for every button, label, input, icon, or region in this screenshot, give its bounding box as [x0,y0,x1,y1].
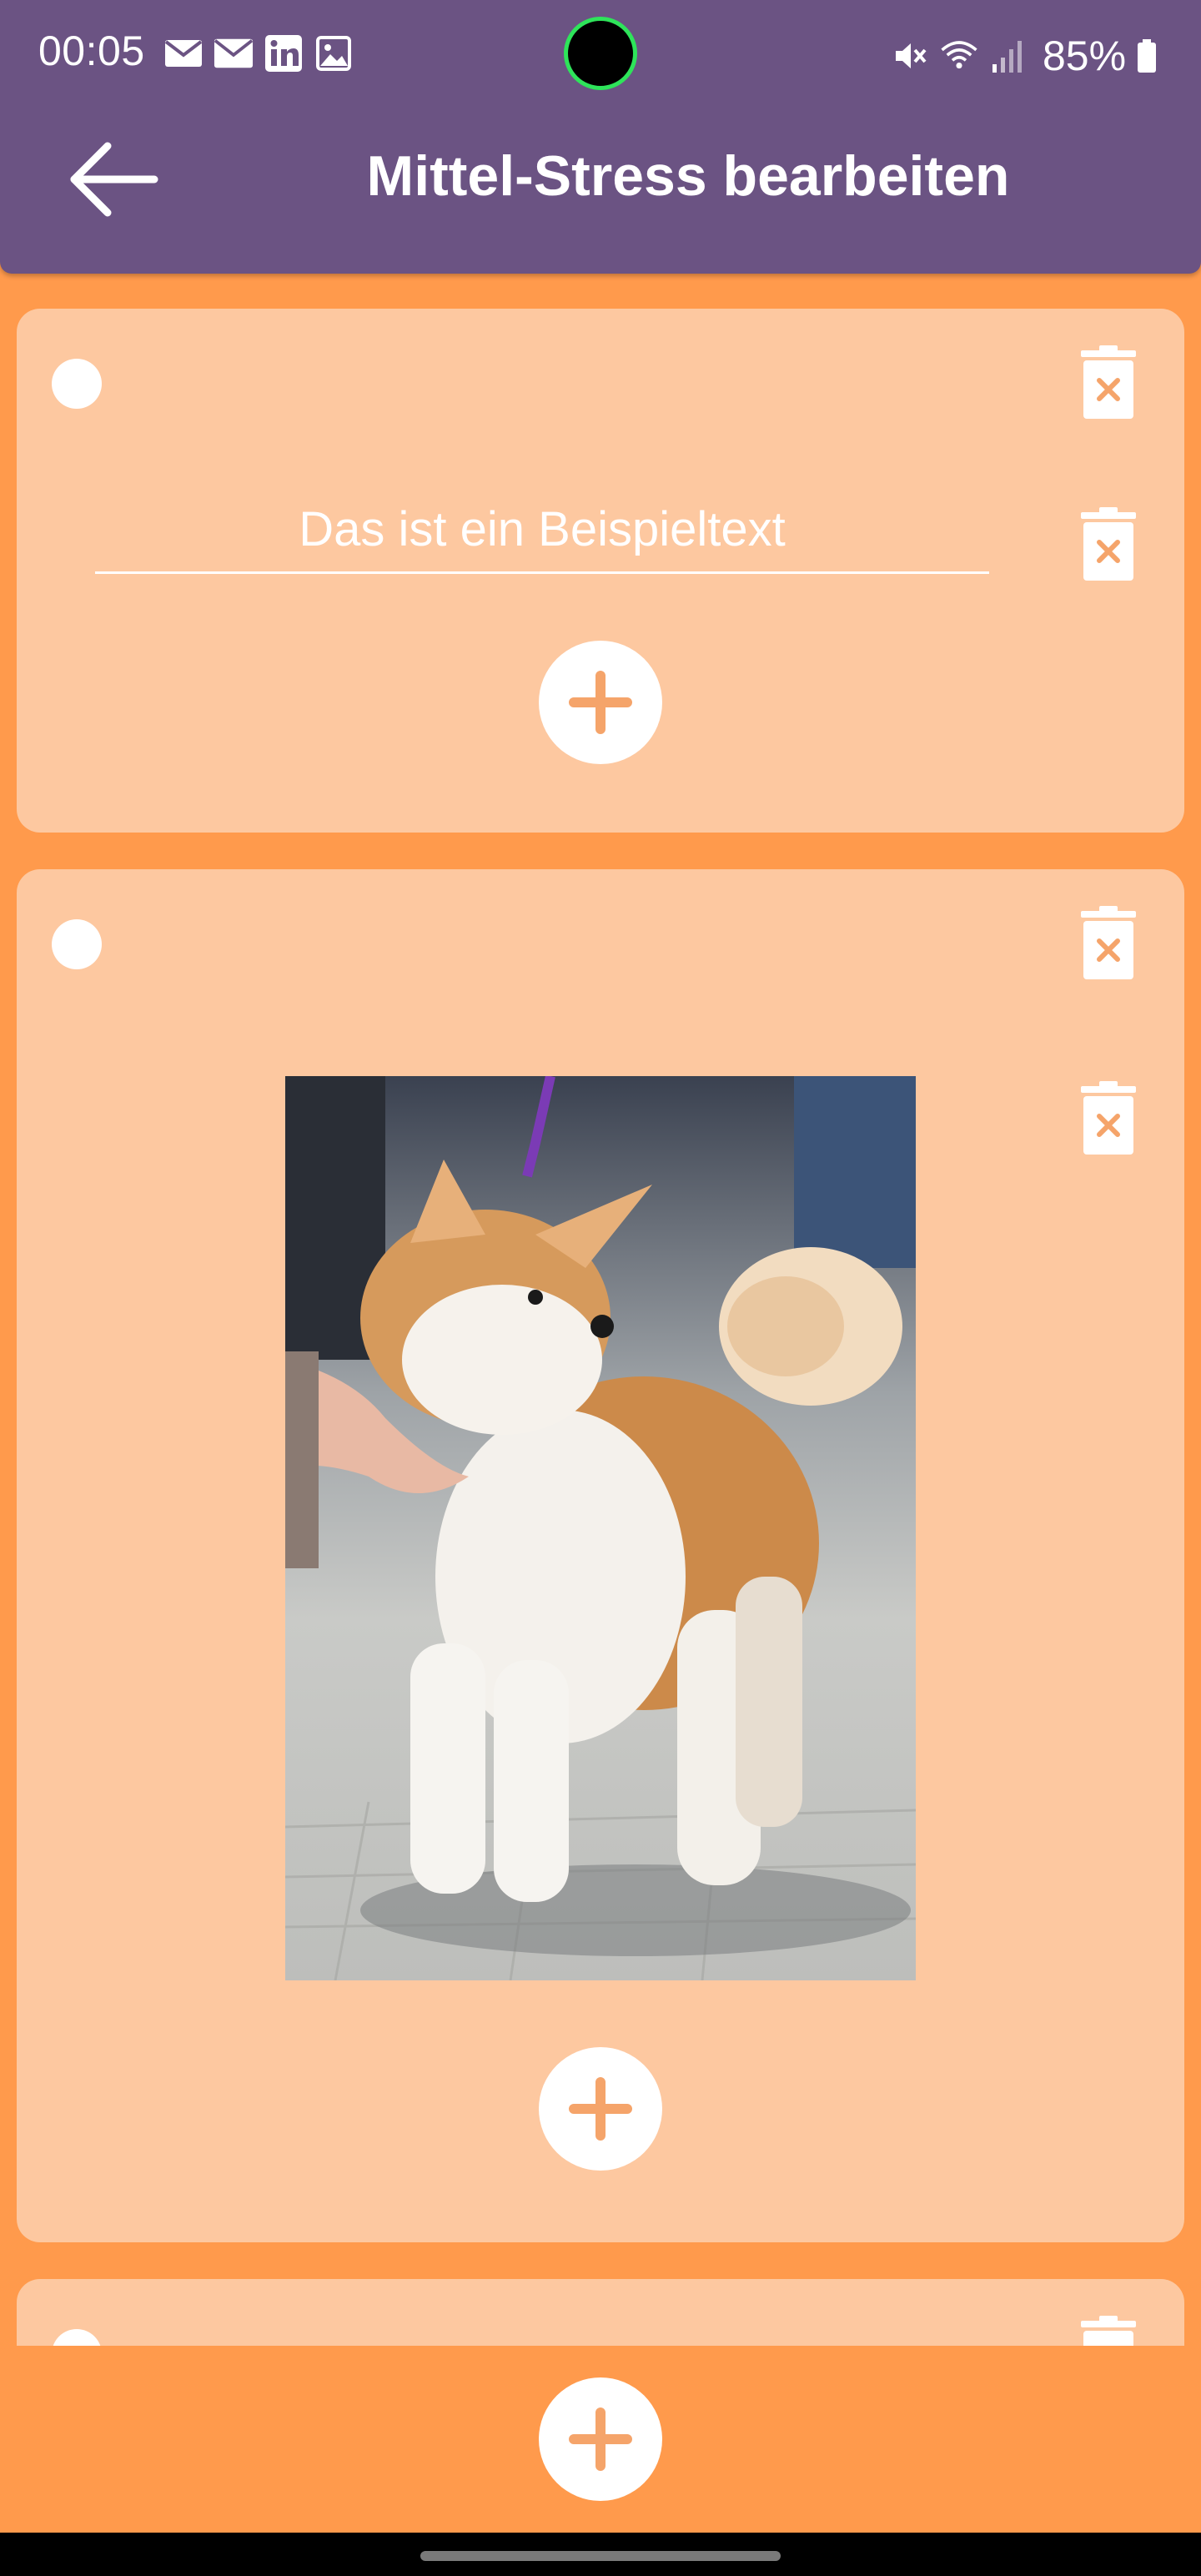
battery-icon [1134,36,1159,76]
linkedin-icon [264,33,304,73]
trash-icon [1081,507,1136,581]
plus-icon [569,2077,632,2141]
select-radio[interactable] [52,2329,102,2346]
text-input[interactable]: Das ist ein Beispieltext [95,492,989,574]
partial-card [17,2279,1184,2346]
bottom-action-bar [0,2346,1201,2533]
trash-icon [1081,1081,1136,1155]
system-status-icons: 85% [891,32,1159,80]
delete-card-button[interactable] [1081,2316,1136,2346]
dog-photo [285,1076,916,1980]
plus-icon [569,671,632,734]
wifi-icon [939,36,979,76]
plus-icon [569,2407,632,2471]
content-list[interactable]: Das ist ein Beispieltext [0,274,1201,2346]
text-card: Das ist ein Beispieltext [17,309,1184,833]
delete-image-button[interactable] [1081,1081,1136,1155]
mute-icon [891,36,931,76]
select-radio[interactable] [52,359,102,409]
add-item-button[interactable] [539,641,662,764]
notification-icons [163,33,354,73]
mail-icon [163,33,204,73]
trash-icon [1081,2316,1136,2346]
arrow-left-icon [70,142,158,217]
image-card [17,869,1184,2242]
select-radio[interactable] [52,919,102,969]
top-app-bar: 00:05 85% Mittel-Stress bearbeiten [0,0,1201,274]
text-input-value: Das ist ein Beispieltext [299,502,786,556]
image-icon [314,33,354,73]
delete-card-button[interactable] [1081,906,1136,979]
trash-icon [1081,345,1136,419]
back-button[interactable] [63,133,163,225]
mail-icon [214,33,254,73]
page-title: Mittel-Stress bearbeiten [366,144,1010,208]
add-card-button[interactable] [539,2377,662,2501]
front-camera [564,17,637,90]
battery-percent: 85% [1043,33,1127,79]
delete-text-button[interactable] [1081,507,1136,581]
delete-card-button[interactable] [1081,345,1136,419]
status-time: 00:05 [38,28,145,74]
system-nav-bar [0,2533,1201,2576]
trash-icon [1081,906,1136,979]
add-item-button[interactable] [539,2047,662,2171]
status-bar: 00:05 85% [0,0,1201,108]
home-gesture-handle[interactable] [420,2551,781,2561]
signal-icon [987,36,1028,76]
